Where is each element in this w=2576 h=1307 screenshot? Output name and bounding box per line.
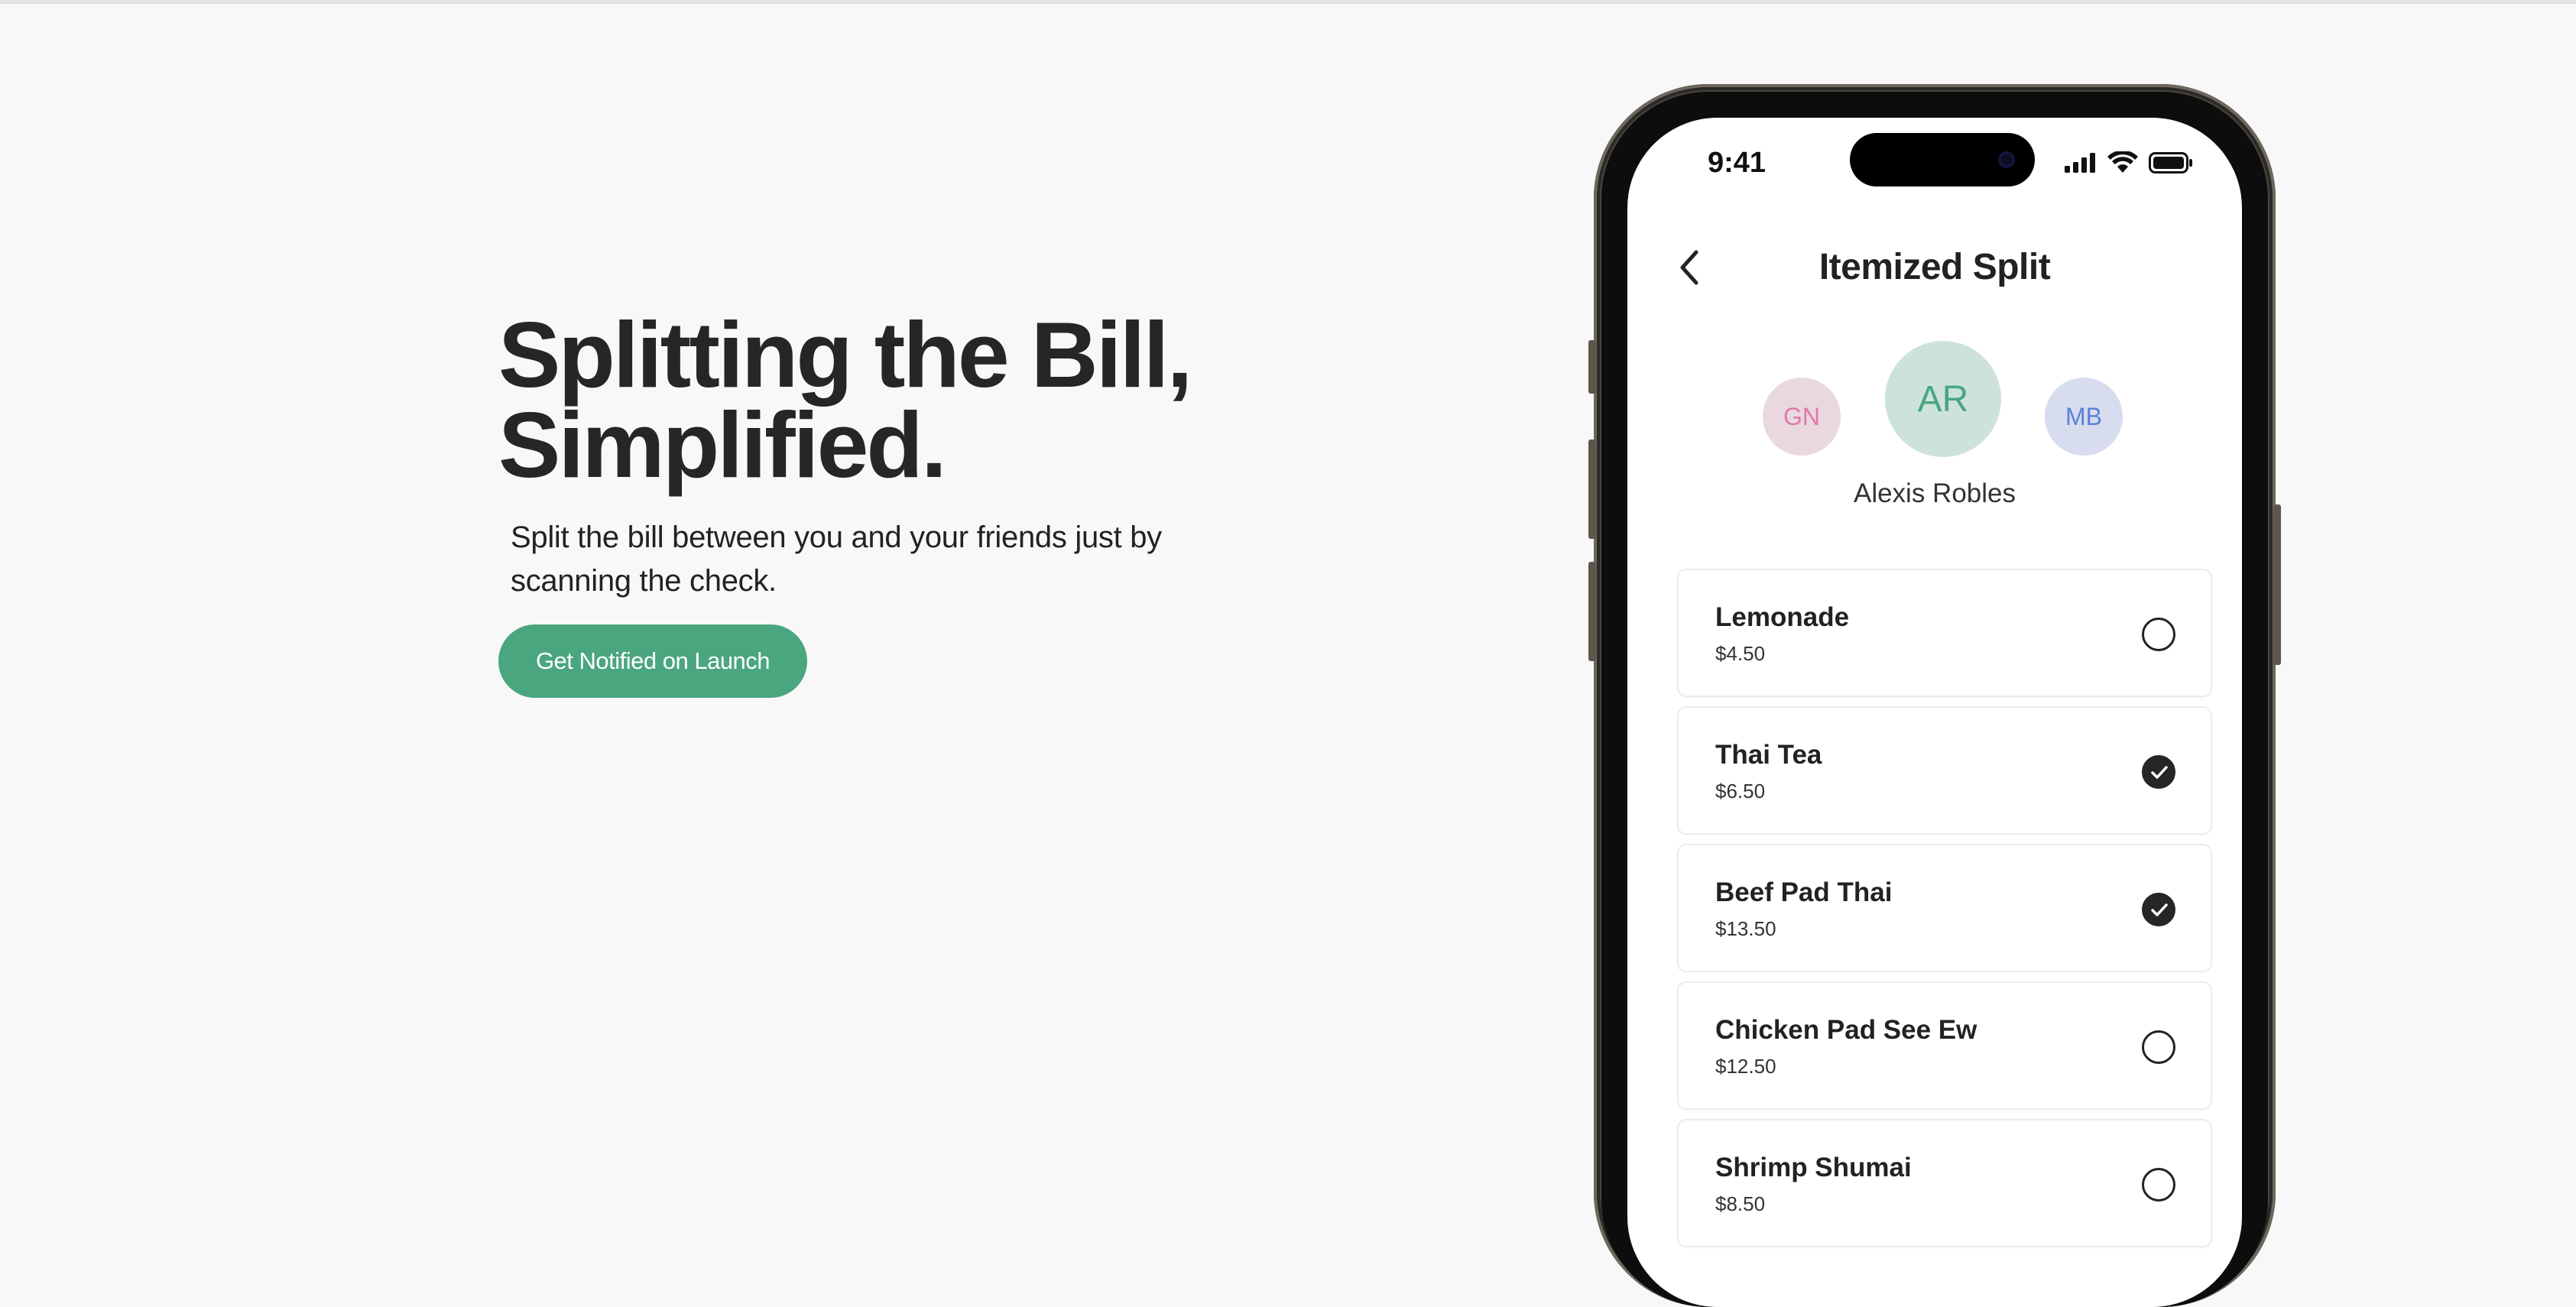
hero-subtitle: Split the bill between you and your frie… — [511, 516, 1199, 603]
checkmark-icon — [2151, 766, 2168, 779]
selected-person-name: Alexis Robles — [1853, 478, 2016, 508]
hero-section: Splitting the Bill, Simplified. Split th… — [498, 308, 1263, 698]
phone-bezel: 9:41 Itemized Split GN AR MB Alexis Robl… — [1601, 92, 2268, 1307]
phone-mockup: 9:41 Itemized Split GN AR MB Alexis Robl… — [1588, 84, 2281, 1307]
list-item-beef-pad-thai[interactable]: Beef Pad Thai $13.50 — [1677, 844, 2212, 972]
item-price: $13.50 — [1715, 917, 1776, 940]
item-price: $8.50 — [1715, 1192, 1766, 1215]
item-price: $12.50 — [1715, 1055, 1776, 1078]
hero-subtitle-line-2: scanning the check. — [511, 564, 777, 598]
phone-power-button — [2273, 504, 2281, 665]
phone-screen: 9:41 Itemized Split GN AR MB Alexis Robl… — [1627, 118, 2242, 1307]
list-item-shrimp-shumai[interactable]: Shrimp Shumai $8.50 — [1677, 1119, 2212, 1247]
checkmark-icon — [2151, 903, 2168, 916]
avatar-gn[interactable]: GN — [1763, 378, 1841, 456]
top-divider — [0, 0, 2576, 4]
item-name: Shrimp Shumai — [1715, 1153, 1912, 1182]
list-item-thai-tea[interactable]: Thai Tea $6.50 — [1677, 706, 2212, 835]
item-name: Thai Tea — [1715, 740, 1822, 770]
item-checkbox-unchecked[interactable] — [2142, 1030, 2175, 1064]
dynamic-island — [1850, 133, 2035, 186]
item-name: Lemonade — [1715, 602, 1850, 632]
phone-volume-up-button — [1588, 439, 1596, 539]
camera-icon — [1998, 151, 2015, 168]
hero-subtitle-line-1: Split the bill between you and your frie… — [511, 521, 1162, 554]
item-name: Chicken Pad See Ew — [1715, 1015, 1977, 1045]
phone-volume-down-button — [1588, 562, 1596, 661]
item-list: Lemonade $4.50 Thai Tea $6.50 Beef Pad T… — [1677, 569, 2212, 1257]
item-checkbox-unchecked[interactable] — [2142, 1168, 2175, 1202]
item-price: $4.50 — [1715, 642, 1766, 665]
hero-title-line-2: Simplified. — [498, 393, 947, 497]
status-icons — [2065, 151, 2193, 174]
battery-icon — [2149, 152, 2192, 174]
wifi-icon — [2107, 151, 2138, 173]
item-checkbox-checked[interactable] — [2142, 893, 2175, 926]
list-item-chicken-pad-see-ew[interactable]: Chicken Pad See Ew $12.50 — [1677, 981, 2212, 1110]
signal-icon — [2065, 153, 2095, 173]
avatar-mb[interactable]: MB — [2045, 378, 2123, 456]
item-checkbox-unchecked[interactable] — [2142, 618, 2175, 651]
avatar-ar-selected[interactable]: AR — [1885, 341, 2001, 457]
get-notified-button[interactable]: Get Notified on Launch — [498, 624, 807, 698]
item-price: $6.50 — [1715, 780, 1766, 803]
hero-title-line-1: Splitting the Bill, — [498, 303, 1192, 407]
phone-action-button — [1588, 340, 1596, 394]
list-item-lemonade[interactable]: Lemonade $4.50 — [1677, 569, 2212, 697]
hero-title: Splitting the Bill, Simplified. — [498, 308, 1263, 491]
screen-title: Itemized Split — [1818, 247, 2051, 287]
item-checkbox-checked[interactable] — [2142, 755, 2175, 789]
item-name: Beef Pad Thai — [1715, 877, 1893, 907]
status-time: 9:41 — [1708, 147, 1767, 179]
